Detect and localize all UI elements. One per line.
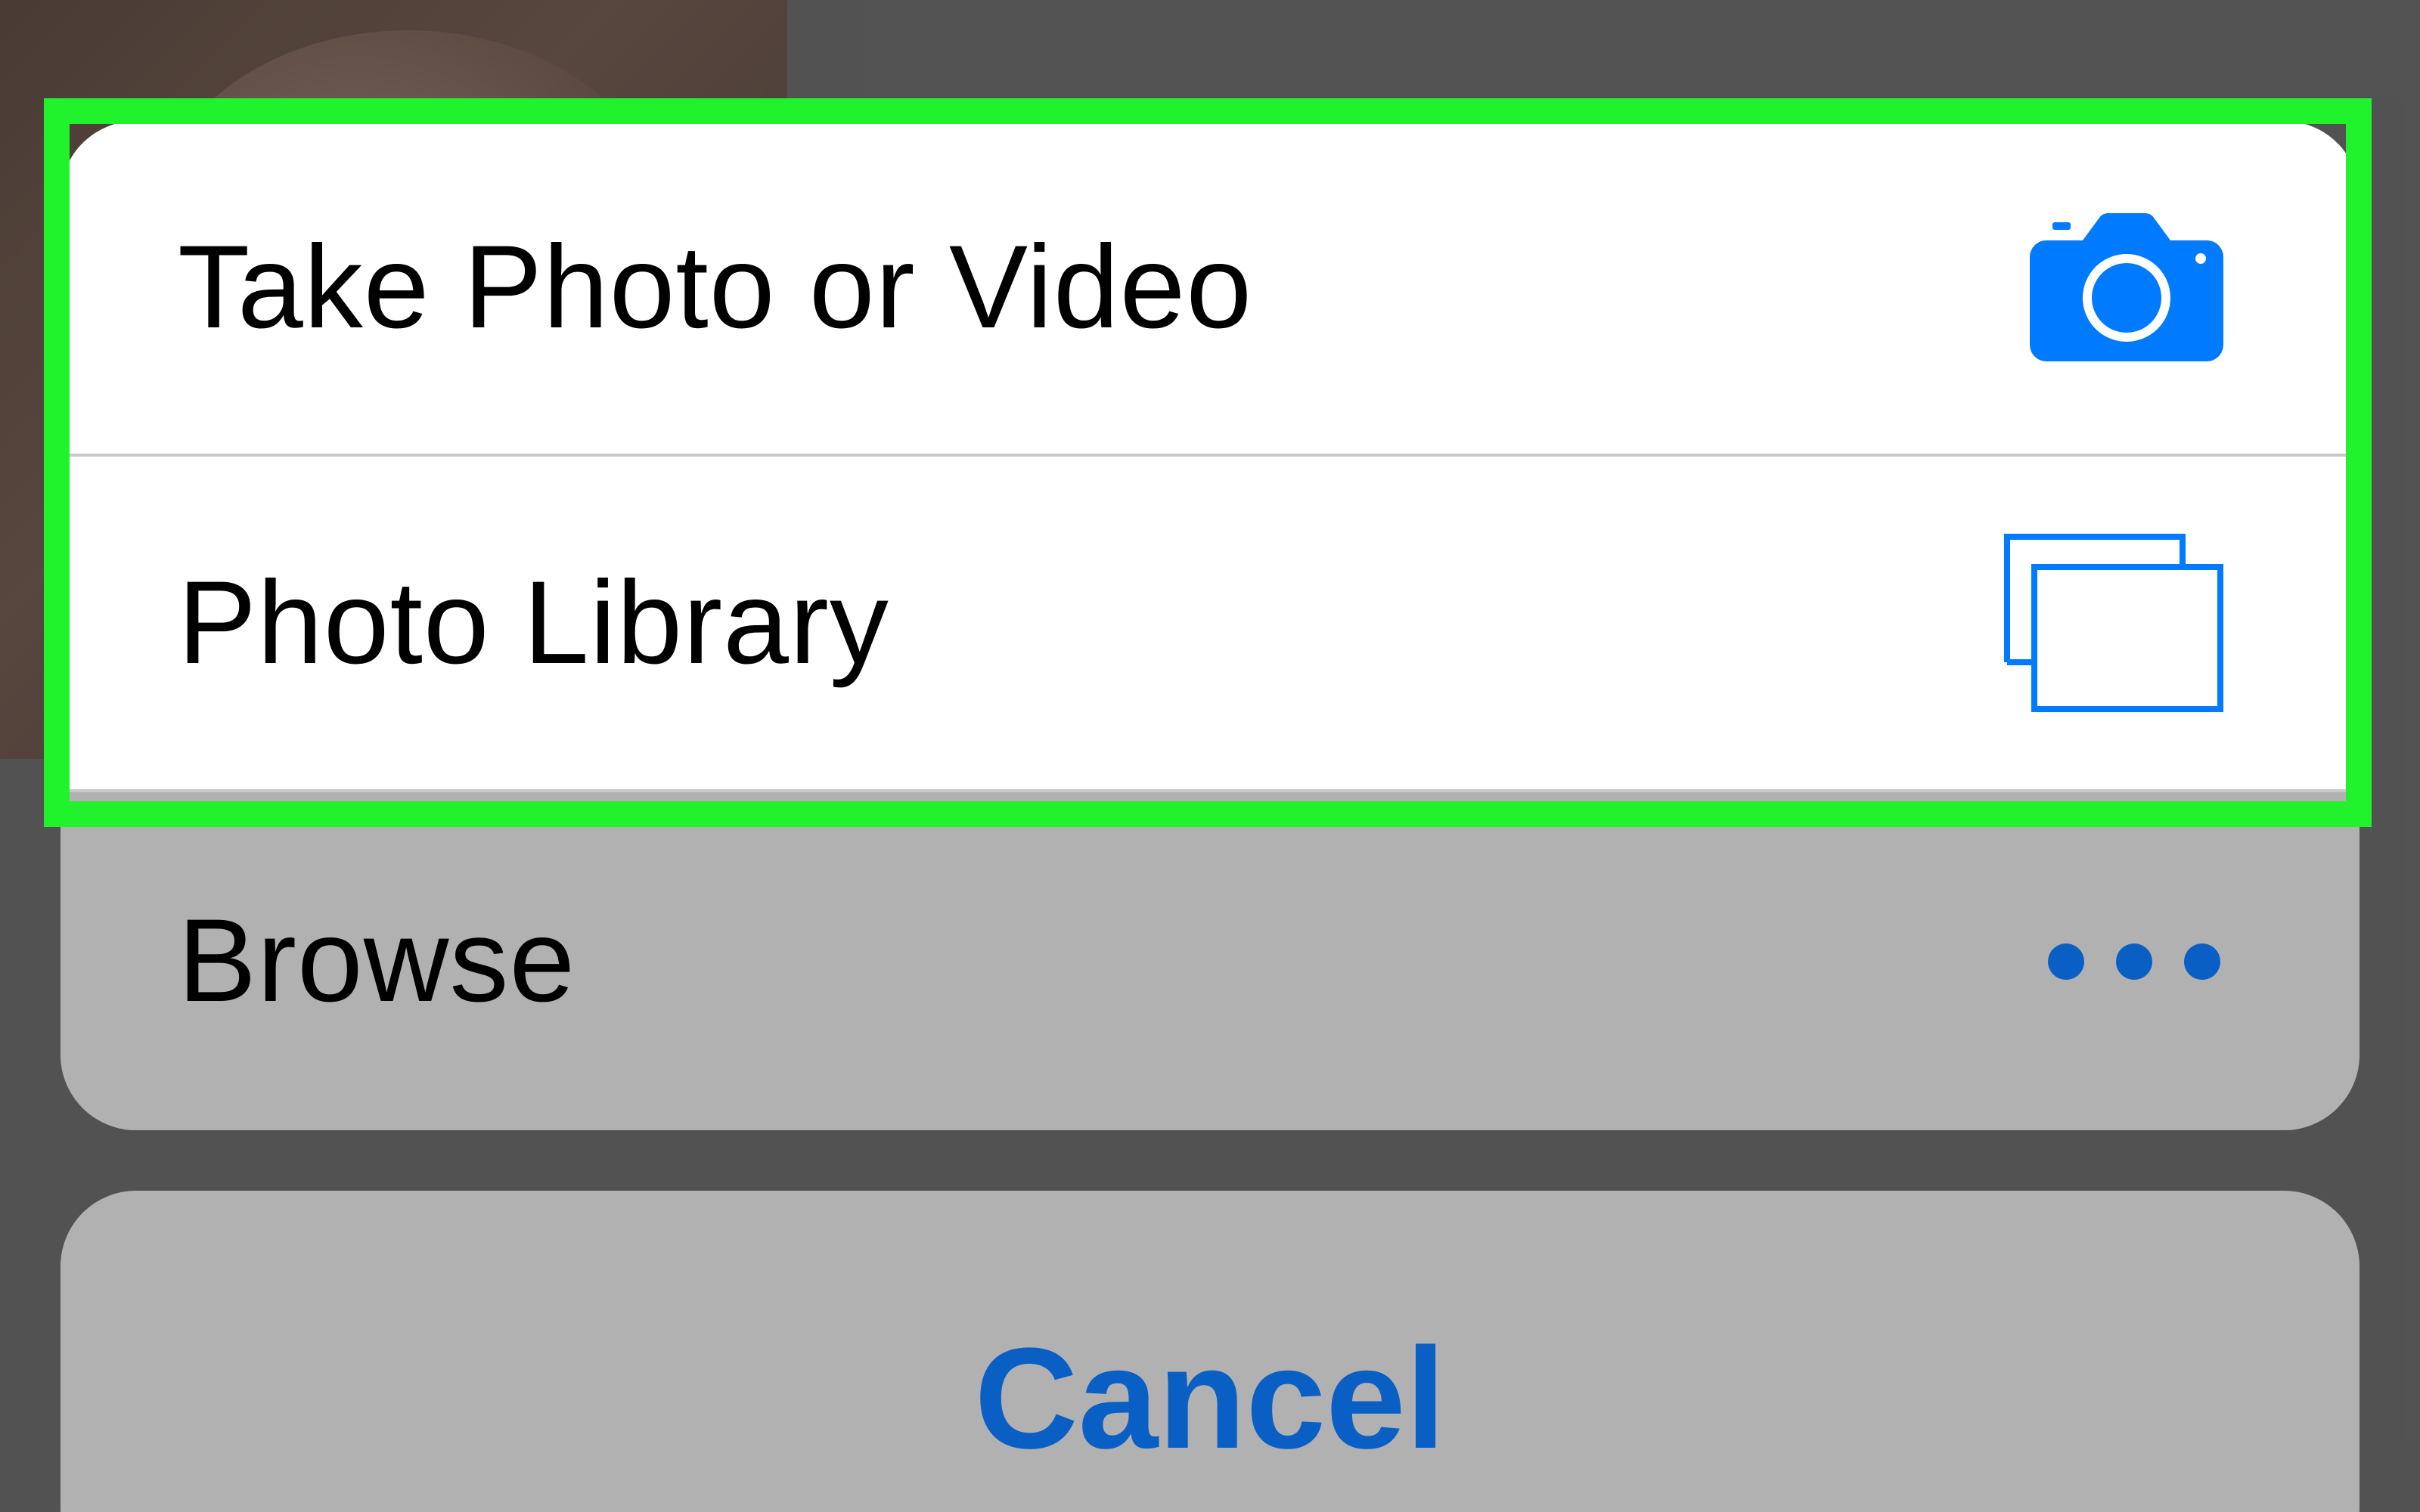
action-sheet: Take Photo or Video Photo Library Browse: [60, 121, 2360, 1130]
cancel-button[interactable]: Cancel: [60, 1191, 2360, 1512]
browse-label: Browse: [178, 895, 576, 1027]
take-photo-or-video-label: Take Photo or Video: [178, 221, 1253, 353]
more-dots-icon: [2048, 943, 2220, 980]
photo-library-label: Photo Library: [178, 556, 889, 689]
camera-icon: [2030, 213, 2223, 361]
browse-option[interactable]: Browse: [60, 792, 2360, 1130]
photo-library-option[interactable]: Photo Library: [60, 457, 2360, 789]
photo-library-icon: [2004, 534, 2223, 712]
cancel-label: Cancel: [974, 1318, 1446, 1479]
take-photo-or-video-option[interactable]: Take Photo or Video: [60, 121, 2360, 454]
